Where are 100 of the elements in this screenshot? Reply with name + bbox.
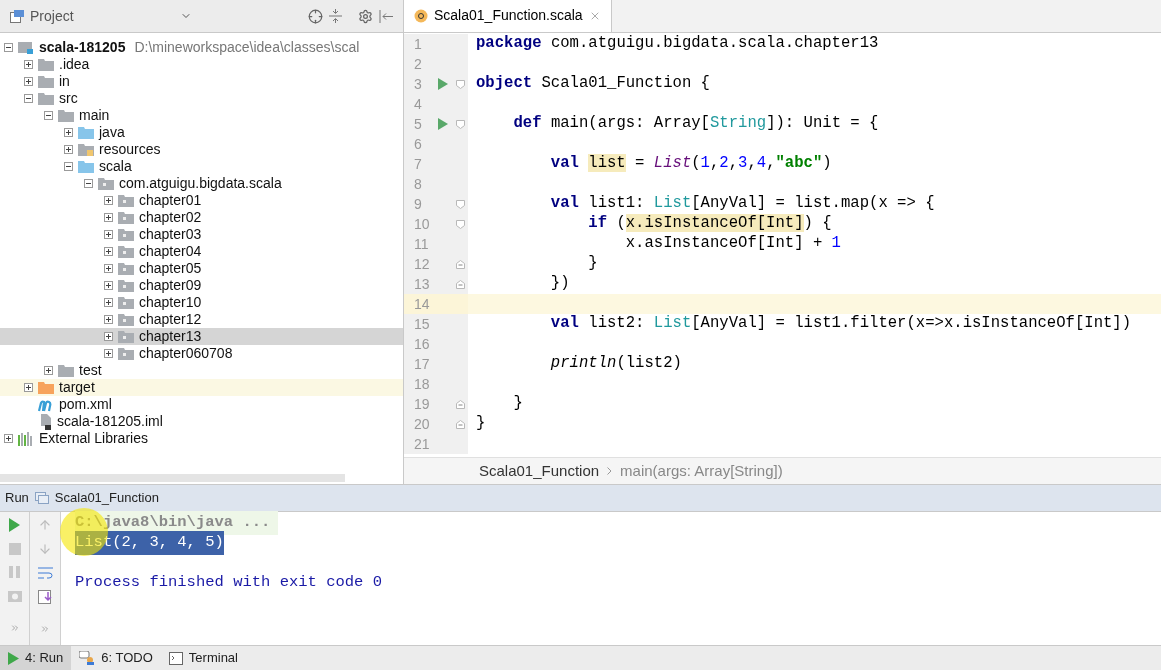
tree-item-label: chapter10 — [139, 293, 202, 312]
expand-toggle[interactable] — [104, 281, 113, 290]
folder-icon — [38, 75, 54, 88]
tree-item-label: main — [79, 106, 110, 125]
collapse-all-icon[interactable] — [329, 9, 342, 23]
panel-title: Project — [30, 6, 74, 26]
collapse-toggle[interactable] — [64, 162, 73, 171]
run-icon[interactable] — [438, 118, 448, 130]
tree-item[interactable]: chapter12 — [0, 311, 403, 328]
tree-item[interactable]: chapter01 — [0, 192, 403, 209]
line-number: 10 — [413, 214, 431, 234]
code-line: } — [512, 394, 523, 413]
breadcrumb-item[interactable]: Scala01_Function — [479, 459, 600, 483]
tree-item[interactable]: chapter10 — [0, 294, 403, 311]
tree-item[interactable]: resources — [0, 141, 403, 158]
tree-item[interactable]: scala — [0, 158, 403, 175]
tool-window-tab[interactable]: 4: Run — [0, 645, 72, 670]
tree-item-label: chapter09 — [139, 276, 202, 295]
expand-toggle[interactable] — [24, 60, 33, 69]
tree-item[interactable]: src — [0, 90, 403, 107]
folder-icon — [78, 160, 94, 173]
package-icon — [98, 177, 114, 190]
line-number: 3 — [413, 74, 423, 94]
line-number: 11 — [413, 234, 430, 254]
tree-item[interactable]: chapter09 — [0, 277, 403, 294]
line-number: 9 — [413, 194, 423, 214]
tree-item[interactable]: pom.xml — [0, 396, 403, 413]
tree-item[interactable]: com.atguigu.bigdata.scala — [0, 175, 403, 192]
tree-item[interactable]: main — [0, 107, 403, 124]
line-number: 8 — [413, 174, 423, 194]
line-number: 14 — [413, 294, 431, 314]
expand-toggle[interactable] — [104, 196, 113, 205]
folder-icon — [38, 58, 54, 71]
expand-toggle[interactable] — [104, 349, 113, 358]
scroll-to-end-icon[interactable] — [37, 590, 53, 604]
expand-toggle[interactable] — [24, 77, 33, 86]
tree-item-label: pom.xml — [59, 395, 112, 414]
expand-toggle[interactable] — [64, 128, 73, 137]
line-number: 21 — [413, 434, 431, 454]
tree-item[interactable]: target — [0, 379, 403, 396]
tree-item[interactable]: in — [0, 73, 403, 90]
expand-toggle[interactable] — [44, 366, 53, 375]
code-line: x.asInstanceOf[Int] + 1 — [624, 234, 841, 253]
collapse-toggle[interactable] — [24, 94, 33, 103]
editor-tab[interactable]: Scala01_Function.scala — [404, 0, 612, 32]
tree-item[interactable]: chapter02 — [0, 209, 403, 226]
tree-item[interactable]: java — [0, 124, 403, 141]
line-number: 6 — [413, 134, 423, 154]
collapse-toggle[interactable] — [4, 43, 13, 52]
tree-item[interactable]: chapter060708 — [0, 345, 403, 362]
tree-item[interactable]: test — [0, 362, 403, 379]
expand-toggle[interactable] — [104, 247, 113, 256]
expand-toggle[interactable] — [104, 264, 113, 273]
code-line: package com.atguigu.bigdata.scala.chapter13 — [476, 34, 879, 53]
run-configuration: Scala01_Function — [54, 489, 159, 508]
soft-wrap-icon[interactable] — [37, 566, 53, 580]
tree-item[interactable]: scala-181205.iml — [0, 413, 403, 430]
expand-toggle[interactable] — [64, 145, 73, 154]
tree-item[interactable]: .idea — [0, 56, 403, 73]
line-number: 7 — [413, 154, 423, 174]
tree-item-label: chapter04 — [139, 242, 202, 261]
tree-item-label: .idea — [59, 55, 90, 74]
package-icon — [118, 296, 134, 309]
expand-toggle[interactable] — [4, 434, 13, 443]
tree-item[interactable]: chapter03 — [0, 226, 403, 243]
expand-toggle[interactable] — [104, 213, 113, 222]
expand-toggle[interactable] — [104, 230, 113, 239]
tree-item-label: chapter03 — [139, 225, 202, 244]
expand-toggle[interactable] — [104, 332, 113, 341]
tree-item[interactable]: scala-181205 D:\mineworkspace\idea\classes\scal — [0, 39, 403, 56]
project-icon — [10, 9, 24, 23]
run-icon[interactable] — [9, 518, 20, 532]
expand-toggle[interactable] — [104, 298, 113, 307]
line-number: 15 — [413, 314, 431, 334]
tool-window-tab[interactable]: 6: TODO — [71, 645, 161, 670]
tree-item[interactable]: External Libraries — [0, 430, 403, 447]
scrollbar[interactable] — [0, 474, 345, 482]
folder-icon — [58, 364, 74, 377]
folder-icon — [38, 92, 54, 105]
project-path: D:\mineworkspace\idea\classes\scal — [134, 38, 360, 57]
tool-window-tab[interactable]: Terminal — [160, 645, 246, 670]
locate-icon[interactable] — [308, 8, 323, 24]
code-line: } — [587, 254, 598, 273]
panel-title: Run — [5, 489, 29, 508]
expand-toggle[interactable] — [104, 315, 113, 324]
module-icon — [18, 40, 34, 55]
collapse-toggle[interactable] — [84, 179, 93, 188]
collapse-toggle[interactable] — [44, 111, 53, 120]
tree-item-label: chapter060708 — [139, 344, 233, 363]
run-icon[interactable] — [438, 78, 448, 90]
tree-item[interactable]: chapter05 — [0, 260, 403, 277]
tree-item[interactable]: chapter13 — [0, 328, 403, 345]
expand-toggle[interactable] — [24, 383, 33, 392]
hide-icon[interactable] — [379, 9, 393, 23]
tree-item[interactable]: chapter04 — [0, 243, 403, 260]
tree-item-label: scala — [99, 157, 132, 176]
line-number: 2 — [413, 54, 423, 74]
tree-item-label: com.atguigu.bigdata.scala — [119, 174, 282, 193]
package-icon — [118, 330, 134, 343]
settings-icon[interactable] — [358, 8, 373, 24]
